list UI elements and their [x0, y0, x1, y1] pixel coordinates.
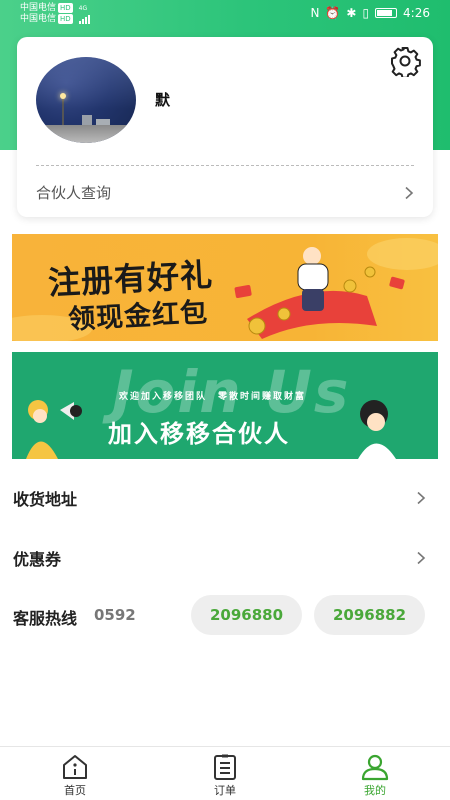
banner-join-slogan: 欢迎加入移移团队 零散时间赚取财富	[119, 392, 307, 402]
partner-query-label: 合伙人查询	[36, 184, 112, 202]
tab-mine[interactable]: 我的	[335, 747, 415, 800]
card-divider	[36, 165, 414, 166]
customer-service-hotline: 客服热线 0592 2096880 2096882	[0, 595, 450, 637]
orders-icon	[214, 754, 236, 780]
home-info-icon	[63, 755, 87, 779]
avatar[interactable]	[36, 57, 136, 143]
nfc-icon: N	[310, 6, 320, 20]
user-icon	[361, 754, 389, 781]
chevron-right-icon	[417, 551, 426, 565]
carrier-1: 中国电信	[20, 3, 57, 13]
hotline-label: 客服热线	[13, 609, 78, 628]
gear-icon	[391, 47, 421, 79]
partner-query-row[interactable]: 合伙人查询	[36, 180, 416, 206]
phone-button-1[interactable]: 2096880	[191, 595, 302, 635]
bottom-tab-bar: 首页 订单 我的	[0, 746, 450, 800]
chevron-right-icon	[417, 491, 426, 505]
vibrate-icon: ▯	[362, 6, 370, 20]
status-bar: 中国电信 HD 4G 中国电信 HD N ⏰ ✱ ▯ 4:26	[0, 0, 450, 30]
alarm-icon: ⏰	[325, 6, 341, 20]
tab-orders[interactable]: 订单	[185, 747, 265, 800]
banner-gift-subtitle: 领现金红包	[67, 297, 209, 336]
carrier-2: 中国电信	[20, 14, 57, 24]
register-gift-banner[interactable]: 注册有好礼 领现金红包	[12, 234, 438, 341]
banner-join-headline: 加入移移合伙人	[108, 420, 290, 448]
profile-card: 默 合伙人查询	[17, 37, 433, 217]
signal-icon: 4G	[78, 5, 88, 12]
tab-home-label: 首页	[64, 784, 86, 797]
phone-button-2[interactable]: 2096882	[314, 595, 425, 635]
address-menu-item[interactable]: 收货地址	[0, 478, 450, 518]
username: 默	[155, 91, 171, 109]
tab-mine-label: 我的	[364, 784, 386, 797]
coupon-label: 优惠券	[13, 550, 62, 569]
address-label: 收货地址	[13, 490, 78, 509]
tab-orders-label: 订单	[214, 784, 236, 797]
join-partner-banner[interactable]: Join Us 欢迎加入移移团队 零散时间赚取财富 加入移移合伙人	[12, 352, 438, 459]
tab-home[interactable]: 首页	[35, 747, 115, 800]
status-carriers: 中国电信 HD 4G 中国电信 HD	[20, 3, 91, 24]
coupon-menu-item[interactable]: 优惠券	[0, 538, 450, 578]
battery-icon	[375, 8, 398, 18]
settings-button[interactable]	[389, 45, 421, 79]
status-indicators: N ⏰ ✱ ▯ 4:26	[310, 6, 430, 20]
hotline-area-code: 0592	[94, 606, 136, 624]
chevron-right-icon	[405, 186, 414, 200]
bluetooth-icon: ✱	[346, 6, 357, 20]
status-time: 4:26	[403, 6, 430, 20]
signal-icon-2	[78, 14, 91, 24]
